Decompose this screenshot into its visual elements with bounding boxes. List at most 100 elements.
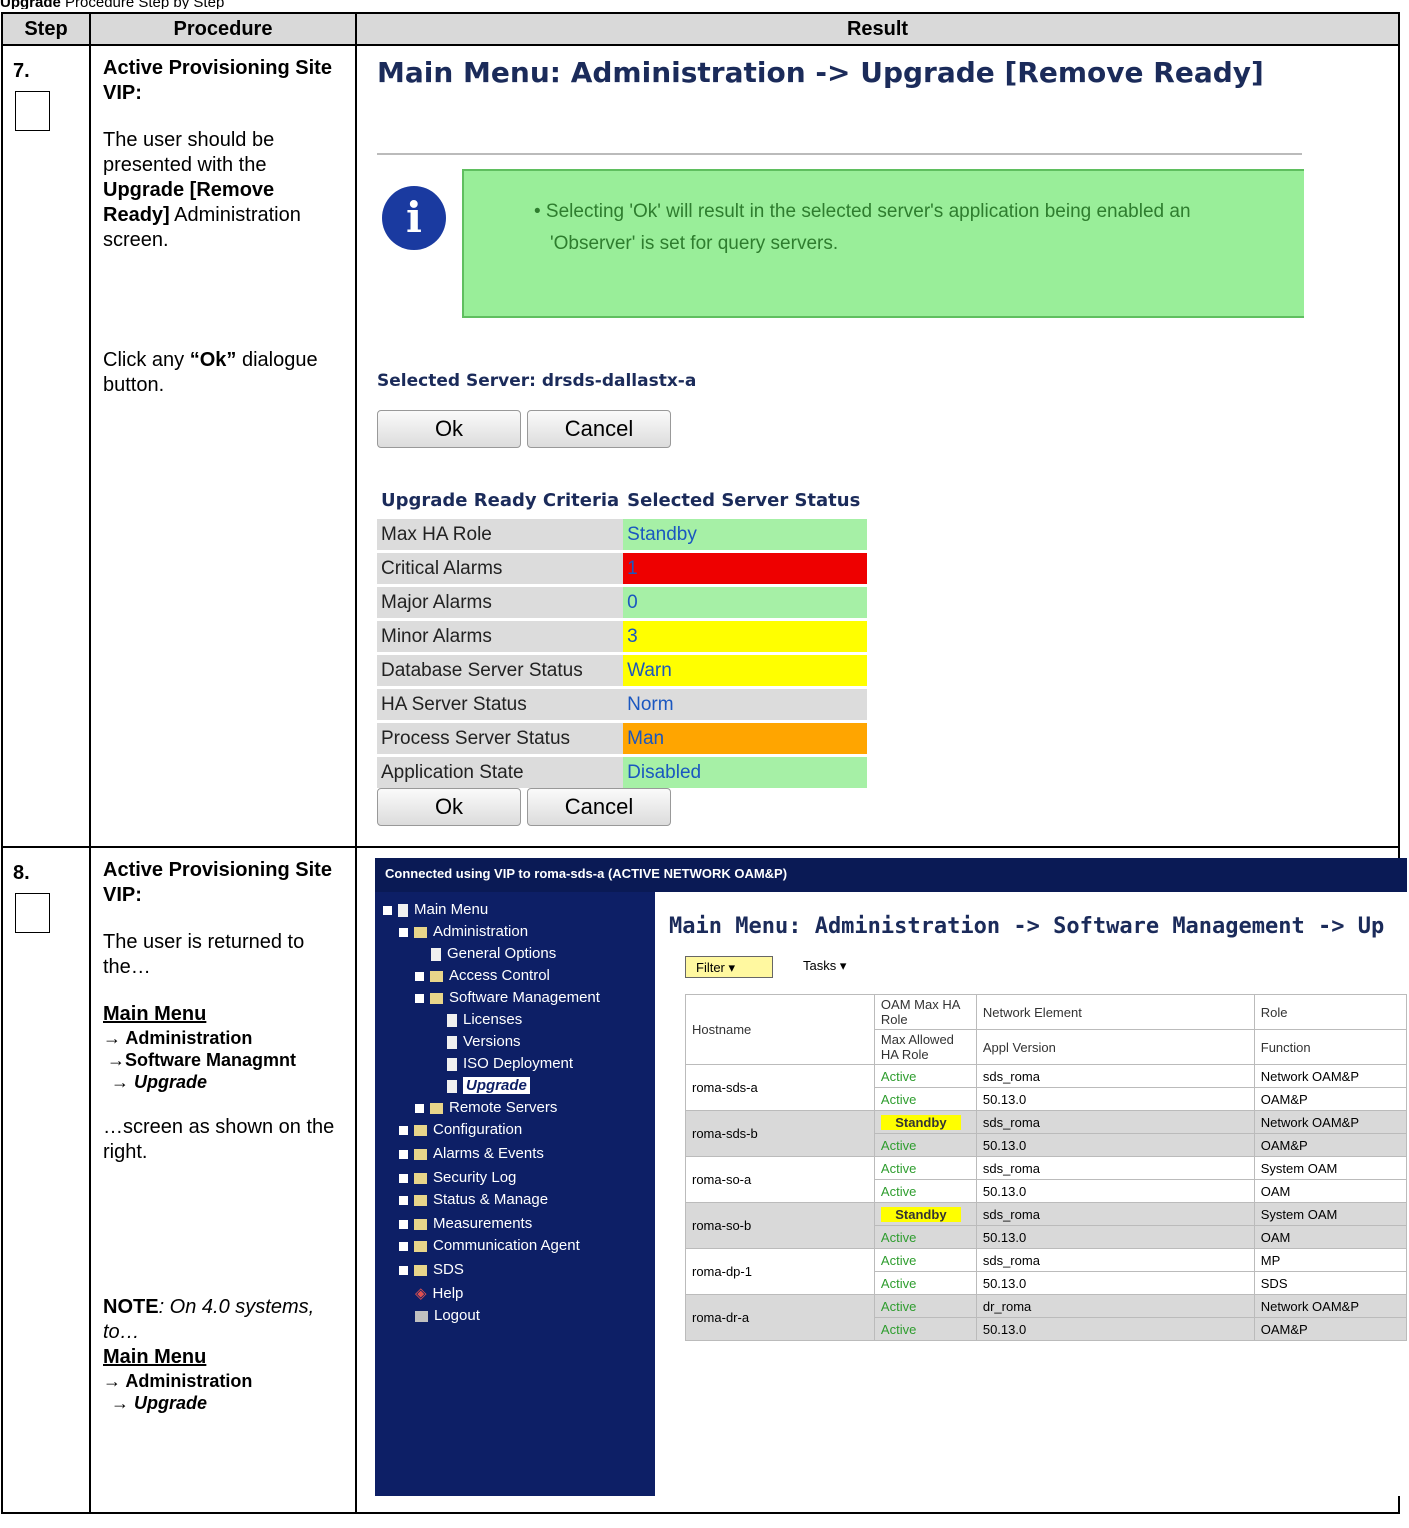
- function-cell: OAM&P: [1253, 1133, 1407, 1157]
- note: NOTE: On 4.0 systems, to…: [103, 1296, 315, 1343]
- version-cell: 50.13.0: [975, 1133, 1255, 1157]
- ne-cell: sds_roma: [975, 1110, 1255, 1134]
- ok-button-bottom[interactable]: Ok: [377, 788, 521, 826]
- help-icon: ◈: [415, 1285, 427, 1302]
- allowed-role-cell: Active: [873, 1179, 977, 1203]
- header-step: Step: [1, 12, 91, 46]
- proc-heading: Active Provisioning Site VIP:: [103, 859, 332, 906]
- proc-paragraph: …screen as shown on the right.: [103, 1116, 335, 1163]
- nav-configuration[interactable]: Configuration: [399, 1120, 522, 1140]
- nav-security-log[interactable]: Security Log: [399, 1168, 516, 1188]
- nav-sds[interactable]: SDS: [399, 1260, 464, 1280]
- function-cell: OAM: [1253, 1225, 1407, 1249]
- nav-measurements[interactable]: Measurements: [399, 1214, 532, 1234]
- step-number: 7.: [13, 60, 30, 82]
- col-appl-version: Appl Version: [975, 1029, 1255, 1065]
- table-row: Critical Alarms 1: [377, 553, 868, 584]
- nav-logout[interactable]: Logout: [415, 1306, 480, 1326]
- table-row[interactable]: roma-dp-1 Active sds_roma MP: [685, 1248, 1407, 1295]
- criteria-table: Upgrade Ready Criteria Selected Server S…: [377, 482, 868, 791]
- proc-paragraph: Click any “Ok” dialogue button.: [103, 349, 318, 396]
- version-cell: 50.13.0: [975, 1317, 1255, 1341]
- upgrade-table: Hostname OAM Max HA Role Network Element…: [685, 994, 1407, 1341]
- hostname-cell: roma-sds-a: [685, 1064, 875, 1111]
- ne-cell: sds_roma: [975, 1248, 1255, 1272]
- menu-path-software: →Software Managmnt: [107, 1050, 297, 1070]
- nav-software-management[interactable]: Software Management: [415, 988, 600, 1008]
- cancel-button[interactable]: Cancel: [527, 410, 671, 448]
- allowed-role-cell: Active: [873, 1133, 977, 1157]
- menu-path-upgrade: → Upgrade: [111, 1072, 208, 1092]
- step-checkbox[interactable]: [15, 893, 50, 933]
- header-procedure: Procedure: [89, 12, 357, 46]
- role-cell: Network OAM&P: [1253, 1110, 1407, 1134]
- proc-paragraph: The user should be presented with the Up…: [103, 129, 301, 251]
- ne-cell: dr_roma: [975, 1294, 1255, 1318]
- page-title: Main Menu: Administration -> Upgrade [Re…: [377, 56, 1264, 89]
- table-row[interactable]: roma-sds-b Standby sds_roma Network OAM&P: [685, 1110, 1407, 1157]
- oam-role-cell: Active: [873, 1248, 977, 1272]
- table-row: Process Server Status Man: [377, 723, 868, 754]
- col-function: Function: [1253, 1029, 1407, 1065]
- col-hostname: Hostname: [685, 994, 875, 1065]
- tasks-menu[interactable]: Tasks ▾: [803, 958, 846, 974]
- function-cell: SDS: [1253, 1271, 1407, 1295]
- oam-role-cell: Active: [873, 1156, 977, 1180]
- header-result: Result: [355, 12, 1400, 46]
- version-cell: 50.13.0: [975, 1271, 1255, 1295]
- nav-licenses[interactable]: Licenses: [447, 1010, 522, 1030]
- oam-role-cell: Active: [873, 1064, 977, 1088]
- step-8-result: Connected using VIP to roma-sds-a (ACTIV…: [355, 846, 1407, 1514]
- nav-remote-servers[interactable]: Remote Servers: [415, 1098, 557, 1118]
- nav-status-manage[interactable]: Status & Manage: [399, 1190, 548, 1210]
- nav-main-menu[interactable]: Main Menu: [383, 900, 488, 920]
- ne-cell: sds_roma: [975, 1156, 1255, 1180]
- col-network-element: Network Element: [975, 994, 1255, 1030]
- embedded-screenshot: Connected using VIP to roma-sds-a (ACTIV…: [375, 858, 1407, 1496]
- table-row[interactable]: roma-dr-a Active dr_roma Network OAM&P: [685, 1294, 1407, 1341]
- menu-path-main: Main Menu: [103, 1003, 207, 1025]
- info-message: • Selecting 'Ok' will result in the sele…: [462, 169, 1304, 318]
- nav-upgrade[interactable]: Upgrade: [447, 1076, 530, 1096]
- nav-communication-agent[interactable]: Communication Agent: [399, 1236, 580, 1256]
- oam-role-cell: Standby: [873, 1202, 977, 1226]
- nav-help[interactable]: ◈ Help: [415, 1284, 463, 1304]
- table-row: Major Alarms 0: [377, 587, 868, 618]
- menu-path-admin: → Administration: [103, 1028, 253, 1048]
- oam-role-cell: Standby: [873, 1110, 977, 1134]
- allowed-role-cell: Active: [873, 1271, 977, 1295]
- proc-paragraph: The user is returned to the…: [103, 931, 305, 978]
- table-row[interactable]: roma-so-a Active sds_roma System OAM: [685, 1156, 1407, 1203]
- col-role: Role: [1253, 994, 1407, 1030]
- table-row[interactable]: roma-so-b Standby sds_roma System OAM: [685, 1202, 1407, 1249]
- filter-button[interactable]: Filter ▾: [685, 956, 773, 978]
- main-menu-tree: Main Menu Administration General Options…: [375, 892, 655, 1496]
- col-max-allowed: Max Allowed HA Role: [873, 1029, 977, 1065]
- step-checkbox[interactable]: [15, 91, 50, 131]
- nav-administration[interactable]: Administration: [399, 922, 528, 942]
- divider: [377, 153, 1302, 155]
- nav-alarms-events[interactable]: Alarms & Events: [399, 1144, 544, 1164]
- note-menu-upgrade: → Upgrade: [111, 1393, 208, 1413]
- nav-iso-deployment[interactable]: ISO Deployment: [447, 1054, 573, 1074]
- nav-versions[interactable]: Versions: [447, 1032, 521, 1052]
- version-cell: 50.13.0: [975, 1087, 1255, 1111]
- criteria-header: Upgrade Ready Criteria: [377, 485, 624, 516]
- allowed-role-cell: Active: [873, 1317, 977, 1341]
- hostname-cell: roma-sds-b: [685, 1110, 875, 1157]
- table-row: Max HA Role Standby: [377, 519, 868, 550]
- cancel-button-bottom[interactable]: Cancel: [527, 788, 671, 826]
- version-cell: 50.13.0: [975, 1225, 1255, 1249]
- ok-button[interactable]: Ok: [377, 410, 521, 448]
- nav-general-options[interactable]: General Options: [431, 944, 556, 964]
- nav-access-control[interactable]: Access Control: [415, 966, 550, 986]
- step-7-cell: 7.: [1, 44, 91, 848]
- procedure-table: Step Procedure Result 7. Active Provisio…: [1, 12, 1407, 1514]
- hostname-cell: roma-so-b: [685, 1202, 875, 1249]
- connection-bar: Connected using VIP to roma-sds-a (ACTIV…: [375, 858, 1407, 894]
- note-menu-admin: → Administration: [103, 1371, 253, 1391]
- col-oam-max: OAM Max HA Role: [873, 994, 977, 1030]
- cut-off-header: Upgrade Procedure Step by Step: [0, 0, 225, 9]
- upgrade-page-title: Main Menu: Administration -> Software Ma…: [669, 914, 1385, 939]
- table-row[interactable]: roma-sds-a Active sds_roma Network OAM&P: [685, 1064, 1407, 1111]
